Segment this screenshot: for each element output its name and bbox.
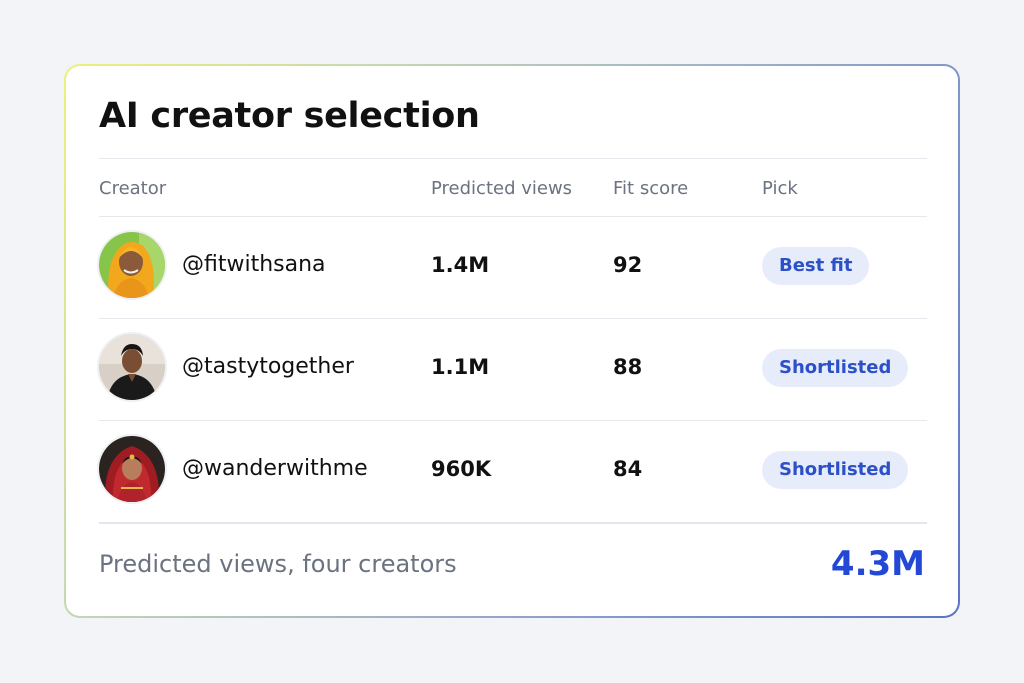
column-header-creator: Creator [99,178,167,199]
avatar [99,436,165,502]
predicted-views-value: 1.1M [431,355,490,379]
predicted-views-value: 960K [431,457,492,481]
title-divider [99,158,927,159]
column-header-pick: Pick [762,178,798,199]
footer-divider [99,522,927,524]
column-header-predicted-views: Predicted views [431,178,573,199]
creator-handle: @tastytogether [182,354,354,379]
predicted-views-value: 1.4M [431,253,490,277]
avatar [99,334,165,400]
avatar-man-dark-shirt-icon [99,334,165,400]
table-row[interactable]: @tastytogether 1.1M 88 Shortlisted [99,319,927,420]
avatar-woman-red-veil-icon [99,436,165,502]
creator-selection-card: AI creator selection Creator Predicted v… [66,66,958,616]
pick-badge-best-fit[interactable]: Best fit [762,247,870,285]
creator-handle: @wanderwithme [182,456,368,481]
pick-badge-shortlisted[interactable]: Shortlisted [762,451,909,489]
pick-badge-shortlisted[interactable]: Shortlisted [762,349,909,387]
fit-score-value: 84 [613,457,643,481]
total-views-value: 4.3M [830,544,925,584]
table-row[interactable]: @wanderwithme 960K 84 Shortlisted [99,421,927,522]
fit-score-value: 88 [613,355,643,379]
column-header-fit-score: Fit score [613,178,689,199]
fit-score-value: 92 [613,253,643,277]
creator-handle: @fitwithsana [182,252,326,277]
card-title: AI creator selection [99,96,480,136]
avatar-woman-yellow-scarf-icon [99,232,165,298]
creator-selection-card-border: AI creator selection Creator Predicted v… [64,64,960,618]
table-row[interactable]: @fitwithsana 1.4M 92 Best fit [99,217,927,318]
avatar [99,232,165,298]
total-views-label: Predicted views, four creators [99,550,457,578]
